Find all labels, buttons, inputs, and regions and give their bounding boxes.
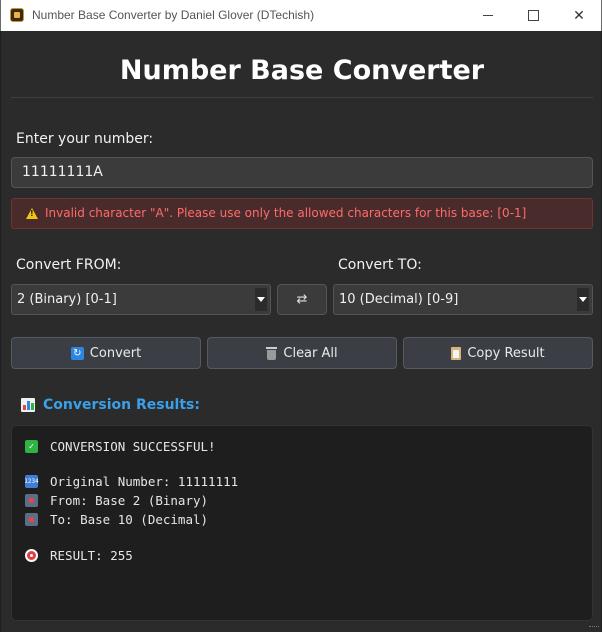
app-icon [10,8,24,22]
results-heading: Conversion Results: [21,397,200,413]
result-to-line: To: Base 10 (Decimal) [25,512,208,527]
convert-from-select[interactable]: 2 (Binary) [0-1] [11,284,271,315]
convert-from-value: 2 (Binary) [0-1] [17,292,117,307]
clipboard-icon [451,346,462,360]
convert-from-label: Convert FROM: [16,257,122,273]
result-value-line: RESULT: 255 [25,548,133,563]
convert-button-label: Convert [89,345,142,361]
swap-icon: ⇄ [296,292,308,307]
copy-result-button-label: Copy Result [467,345,545,361]
swap-bases-button[interactable]: ⇄ [277,284,327,315]
copy-result-button[interactable]: Copy Result [403,337,593,369]
maximize-button[interactable] [510,0,556,31]
maximize-icon [527,10,539,21]
chevron-down-icon [255,288,267,311]
target-icon [25,549,38,562]
convert-button[interactable]: ↻ Convert [11,337,201,369]
result-value: RESULT: 255 [50,548,133,563]
resize-grip[interactable] [589,626,599,630]
outbox-icon [25,513,38,526]
warning-icon [26,208,38,219]
main-panel: Number Base Converter Enter your number:… [0,31,602,632]
results-title: Conversion Results: [43,397,200,413]
convert-to-value: 10 (Decimal) [0-9] [339,292,459,307]
error-message: Invalid character "A". Please use only t… [11,198,593,229]
chevron-down-icon [577,288,589,311]
close-icon: ✕ [573,7,585,23]
numbers-icon: 1234 [24,475,39,488]
result-original-line: 1234 Original Number: 11111111 [24,474,239,489]
inbox-icon [25,494,38,507]
trash-icon [266,346,278,360]
bar-chart-icon [21,398,35,412]
result-from: From: Base 2 (Binary) [50,493,209,508]
close-button[interactable]: ✕ [556,0,602,31]
page-title: Number Base Converter [119,55,485,86]
convert-icon: ↻ [70,346,84,360]
number-input-label: Enter your number: [16,131,154,147]
clear-all-button[interactable]: Clear All [207,337,397,369]
convert-to-label: Convert TO: [338,257,422,273]
minimize-button[interactable] [465,0,511,31]
result-status: CONVERSION SUCCESSFUL! [50,439,216,454]
convert-to-select[interactable]: 10 (Decimal) [0-9] [333,284,593,315]
results-output: ✓ CONVERSION SUCCESSFUL! 1234 Original N… [11,425,593,621]
result-original: Original Number: 11111111 [50,474,239,489]
window-titlebar: Number Base Converter by Daniel Glover (… [0,0,602,31]
check-icon: ✓ [25,440,38,453]
result-status-line: ✓ CONVERSION SUCCESSFUL! [25,439,216,454]
number-input[interactable]: 11111111A [11,157,593,188]
minimize-icon [483,15,493,16]
error-text: Invalid character "A". Please use only t… [45,206,527,220]
result-to: To: Base 10 (Decimal) [50,512,209,527]
title-divider [11,97,593,98]
result-from-line: From: Base 2 (Binary) [25,493,208,508]
clear-all-button-label: Clear All [283,345,338,361]
window-title: Number Base Converter by Daniel Glover (… [32,8,315,22]
